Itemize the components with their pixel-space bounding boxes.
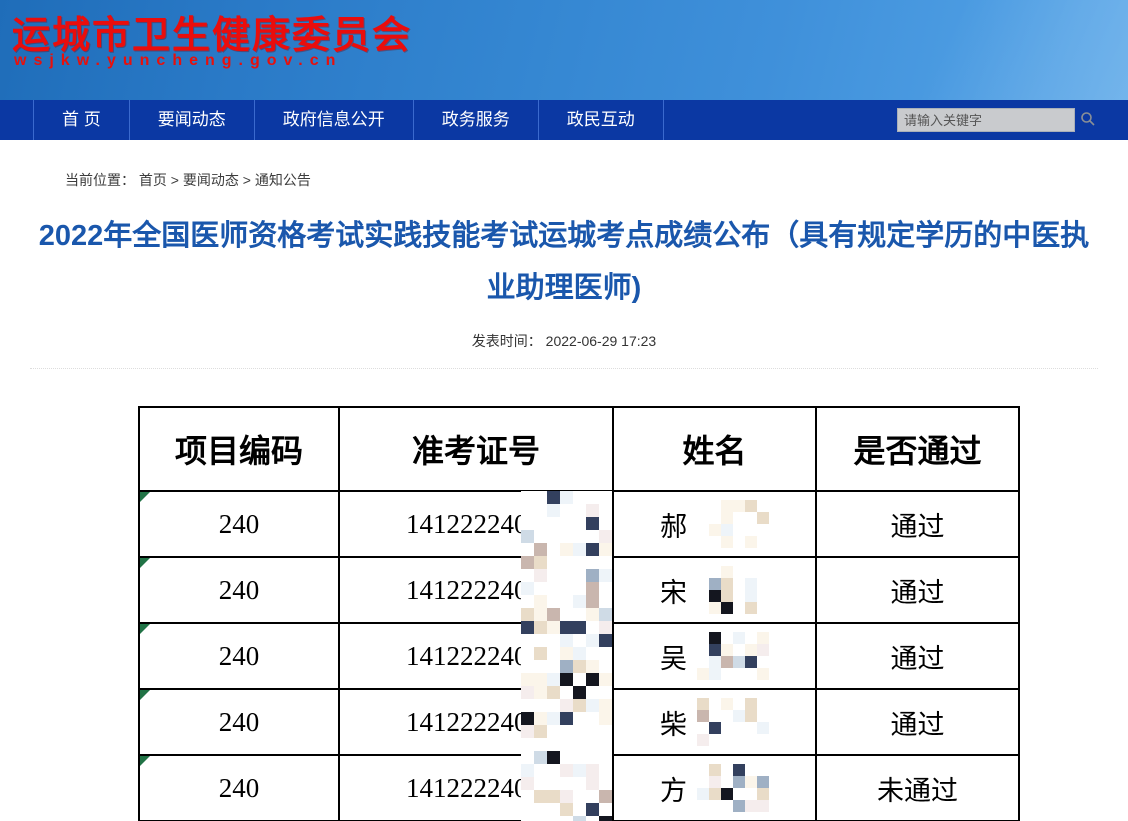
cell-result: 未通过 (816, 755, 1019, 821)
nav-item-home[interactable]: 首 页 (33, 100, 130, 140)
name-value: 郝 (660, 505, 687, 544)
censor-mosaic (697, 566, 769, 614)
censor-mosaic (697, 764, 769, 812)
excel-error-triangle-icon (140, 756, 150, 766)
excel-error-triangle-icon (140, 690, 150, 700)
search-box (897, 108, 1075, 132)
result-value: 通过 (891, 644, 945, 674)
breadcrumb-notice-link[interactable]: 通知公告 (255, 172, 311, 188)
censor-mosaic-strip (521, 491, 612, 821)
result-value: 通过 (891, 512, 945, 542)
breadcrumb-home-link[interactable]: 首页 (139, 172, 167, 188)
publish-time-label: 发表时间： (472, 333, 542, 349)
site-url-text: wsjkw.yuncheng.gov.cn (14, 52, 342, 70)
cell-project-code: 240 (139, 689, 339, 755)
name-value: 方 (660, 769, 687, 808)
site-logo-text: 运城市卫生健康委员会 (12, 4, 412, 59)
name-value: 吴 (660, 637, 687, 676)
publish-time-line: 发表时间： 2022-06-29 17:23 (0, 331, 1128, 351)
result-value: 通过 (891, 710, 945, 740)
censor-mosaic (697, 632, 769, 680)
excel-error-triangle-icon (140, 624, 150, 634)
col-header-name: 姓名 (613, 407, 816, 491)
cell-result: 通过 (816, 557, 1019, 623)
col-header-ticket-number: 准考证号 (339, 407, 613, 491)
cell-result: 通过 (816, 623, 1019, 689)
search-icon (1080, 111, 1096, 130)
breadcrumb-separator: > (243, 172, 251, 188)
breadcrumb-label: 当前位置： (65, 172, 135, 188)
result-value: 通过 (891, 578, 945, 608)
main-nav: 首 页 要闻动态 政府信息公开 政务服务 政民互动 (0, 100, 1128, 140)
excel-error-triangle-icon (140, 492, 150, 502)
excel-error-triangle-icon (140, 558, 150, 568)
result-value: 未通过 (877, 776, 958, 806)
cell-project-code: 240 (139, 623, 339, 689)
project-code-value: 240 (219, 641, 260, 671)
censor-mosaic (697, 500, 769, 548)
publish-time-value: 2022-06-29 17:23 (546, 333, 657, 349)
nav-items: 首 页 要闻动态 政府信息公开 政务服务 政民互动 (33, 100, 664, 140)
cell-name: 吴 (613, 623, 816, 689)
divider (30, 368, 1098, 369)
cell-result: 通过 (816, 491, 1019, 557)
site-banner: 运城市卫生健康委员会 wsjkw.yuncheng.gov.cn (0, 0, 1128, 100)
col-header-pass: 是否通过 (816, 407, 1019, 491)
nav-item-gov-info[interactable]: 政府信息公开 (255, 100, 414, 140)
name-value: 柴 (660, 703, 687, 742)
breadcrumb-separator: > (171, 172, 183, 188)
nav-item-news[interactable]: 要闻动态 (130, 100, 255, 140)
table-header-row: 项目编码 准考证号 姓名 是否通过 (139, 407, 1019, 491)
search-button[interactable] (1080, 109, 1096, 131)
page: 运城市卫生健康委员会 wsjkw.yuncheng.gov.cn 首 页 要闻动… (0, 0, 1128, 821)
nav-item-interaction[interactable]: 政民互动 (539, 100, 664, 140)
breadcrumb-news-link[interactable]: 要闻动态 (183, 172, 239, 188)
name-value: 宋 (660, 571, 687, 610)
cell-project-code: 240 (139, 557, 339, 623)
censor-mosaic (697, 698, 769, 746)
nav-item-services[interactable]: 政务服务 (414, 100, 539, 140)
cell-name: 方 (613, 755, 816, 821)
cell-project-code: 240 (139, 755, 339, 821)
col-header-project-code: 项目编码 (139, 407, 339, 491)
cell-project-code: 240 (139, 491, 339, 557)
cell-name: 宋 (613, 557, 816, 623)
project-code-value: 240 (219, 707, 260, 737)
project-code-value: 240 (219, 575, 260, 605)
project-code-value: 240 (219, 509, 260, 539)
project-code-value: 240 (219, 773, 260, 803)
cell-name: 柴 (613, 689, 816, 755)
cell-result: 通过 (816, 689, 1019, 755)
breadcrumb: 当前位置： 首页 > 要闻动态 > 通知公告 (65, 170, 311, 190)
cell-name: 郝 (613, 491, 816, 557)
page-title: 2022年全国医师资格考试实践技能考试运城考点成绩公布（具有规定学历的中医执业助… (34, 210, 1094, 314)
search-input[interactable] (898, 110, 1080, 130)
